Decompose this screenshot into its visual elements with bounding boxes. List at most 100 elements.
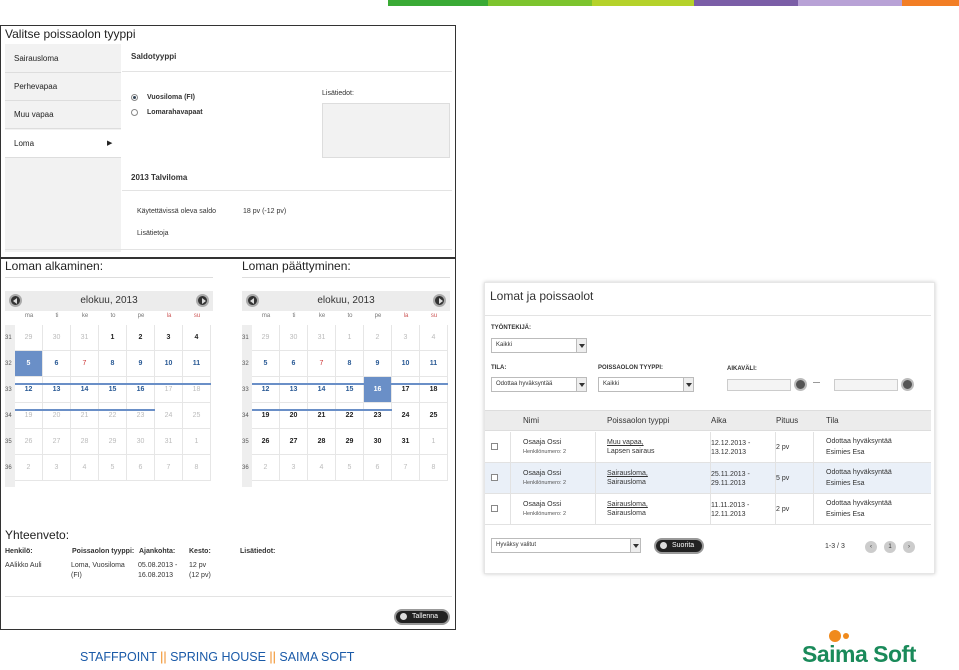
- row-checkbox[interactable]: [491, 505, 498, 512]
- prev-month-icon[interactable]: [9, 294, 22, 307]
- calendar-day[interactable]: 5: [336, 455, 364, 481]
- menu-item-muu-vapaa[interactable]: Muu vapaa: [5, 101, 121, 129]
- menu-item-perhevapaa[interactable]: Perhevapaa: [5, 73, 121, 101]
- prev-month-icon[interactable]: [246, 294, 259, 307]
- calendar-day[interactable]: 22: [336, 403, 364, 429]
- calendar-day[interactable]: 30: [43, 325, 71, 351]
- calendar-day[interactable]: 28: [308, 429, 336, 455]
- row-type-link[interactable]: Muu vapaa,: [607, 438, 644, 447]
- run-button[interactable]: Suorita: [654, 538, 704, 554]
- interval-start-input[interactable]: [727, 379, 791, 391]
- calendar-day[interactable]: 7: [155, 455, 183, 481]
- employee-select[interactable]: Kaikki: [491, 338, 587, 353]
- row-type-link[interactable]: Sairausloma,: [607, 500, 648, 509]
- calendar-day[interactable]: 1: [336, 325, 364, 351]
- calendar-day[interactable]: 4: [183, 325, 211, 351]
- calendar-day[interactable]: 28: [71, 429, 99, 455]
- pager-prev-icon[interactable]: ‹: [865, 541, 877, 553]
- calendar-day[interactable]: 7: [392, 455, 420, 481]
- calendar-day[interactable]: 21: [308, 403, 336, 429]
- col-header-time[interactable]: Aika: [711, 410, 727, 431]
- pager-page-1[interactable]: 1: [884, 541, 896, 553]
- col-header-name[interactable]: Nimi: [523, 410, 539, 431]
- calendar-day[interactable]: 24: [392, 403, 420, 429]
- calendar-day[interactable]: 3: [392, 325, 420, 351]
- calendar-day[interactable]: 6: [43, 351, 71, 377]
- calendar-day[interactable]: 3: [280, 455, 308, 481]
- calendar-day[interactable]: 27: [280, 429, 308, 455]
- calendar-day[interactable]: 8: [99, 351, 127, 377]
- calendar-day[interactable]: 29: [336, 429, 364, 455]
- calendar-day[interactable]: 2: [364, 325, 392, 351]
- calendar-day[interactable]: 11: [420, 351, 448, 377]
- row-type-link[interactable]: Sairausloma,: [607, 469, 648, 478]
- calendar-day[interactable]: 8: [183, 455, 211, 481]
- table-row[interactable]: Osaaja Ossi Henkilönumero: 2 Sairausloma, S…: [485, 494, 931, 525]
- calendar-day[interactable]: 7: [308, 351, 336, 377]
- calendar-day[interactable]: 4: [420, 325, 448, 351]
- calendar-day[interactable]: 15: [336, 377, 364, 403]
- calendar-day[interactable]: 29: [252, 325, 280, 351]
- calendar-day[interactable]: 3: [43, 455, 71, 481]
- calendar-day[interactable]: 12: [15, 377, 43, 403]
- calendar-day[interactable]: 3: [155, 325, 183, 351]
- calendar-day[interactable]: 26: [15, 429, 43, 455]
- calendar-day[interactable]: 20: [280, 403, 308, 429]
- col-header-type[interactable]: Poissaolon tyyppi: [607, 410, 669, 431]
- next-month-icon[interactable]: [196, 294, 209, 307]
- calendar-day[interactable]: 7: [71, 351, 99, 377]
- interval-end-input[interactable]: [834, 379, 898, 391]
- calendar-day[interactable]: 18: [183, 377, 211, 403]
- calendar-day[interactable]: 13: [43, 377, 71, 403]
- col-header-length[interactable]: Pituus: [776, 410, 798, 431]
- calendar-day[interactable]: 31: [71, 325, 99, 351]
- calendar-day[interactable]: 5: [99, 455, 127, 481]
- calendar-day[interactable]: 8: [420, 455, 448, 481]
- calendar-day[interactable]: 11: [183, 351, 211, 377]
- pager-next-icon[interactable]: ›: [903, 541, 915, 553]
- calendar-day[interactable]: 17: [392, 377, 420, 403]
- calendar-day[interactable]: 1: [99, 325, 127, 351]
- radio-lomarahavapaat[interactable]: [131, 109, 138, 116]
- calendar-day[interactable]: 23: [364, 403, 392, 429]
- calendar-day[interactable]: 25: [420, 403, 448, 429]
- calendar-day[interactable]: 9: [364, 351, 392, 377]
- calendar-day[interactable]: 30: [364, 429, 392, 455]
- calendar-day[interactable]: 27: [43, 429, 71, 455]
- col-header-state[interactable]: Tila: [826, 410, 839, 431]
- calendar-day[interactable]: 31: [392, 429, 420, 455]
- menu-item-sairausloma[interactable]: Sairausloma: [5, 45, 121, 73]
- bulk-action-select[interactable]: Hyväksy valitut: [491, 538, 641, 553]
- save-button[interactable]: Tallenna: [394, 609, 450, 625]
- calendar-day[interactable]: 19: [15, 403, 43, 429]
- calendar-day[interactable]: 18: [420, 377, 448, 403]
- calendar-day[interactable]: 20: [43, 403, 71, 429]
- lisatiedot-textarea[interactable]: [322, 103, 450, 158]
- table-row[interactable]: Osaaja Ossi Henkilönumero: 2 Muu vapaa, Lap…: [485, 432, 931, 463]
- calendar-day[interactable]: 13: [280, 377, 308, 403]
- calendar-day[interactable]: 22: [99, 403, 127, 429]
- calendar-day[interactable]: 15: [99, 377, 127, 403]
- calendar-day[interactable]: 5: [252, 351, 280, 377]
- calendar-day[interactable]: 14: [71, 377, 99, 403]
- calendar-day[interactable]: 10: [155, 351, 183, 377]
- calendar-day[interactable]: 31: [155, 429, 183, 455]
- calendar-day[interactable]: 17: [155, 377, 183, 403]
- calendar-icon[interactable]: [901, 378, 914, 391]
- next-month-icon[interactable]: [433, 294, 446, 307]
- calendar-day[interactable]: 6: [127, 455, 155, 481]
- row-checkbox[interactable]: [491, 443, 498, 450]
- calendar-day[interactable]: 21: [71, 403, 99, 429]
- calendar-day[interactable]: 5: [15, 351, 43, 377]
- calendar-icon[interactable]: [794, 378, 807, 391]
- calendar-day[interactable]: 4: [71, 455, 99, 481]
- calendar-day[interactable]: 23: [127, 403, 155, 429]
- calendar-day[interactable]: 9: [127, 351, 155, 377]
- calendar-day[interactable]: 31: [308, 325, 336, 351]
- calendar-day[interactable]: 10: [392, 351, 420, 377]
- row-checkbox[interactable]: [491, 474, 498, 481]
- calendar-day[interactable]: 8: [336, 351, 364, 377]
- calendar-day[interactable]: 2: [127, 325, 155, 351]
- calendar-day[interactable]: 30: [127, 429, 155, 455]
- calendar-day[interactable]: 1: [420, 429, 448, 455]
